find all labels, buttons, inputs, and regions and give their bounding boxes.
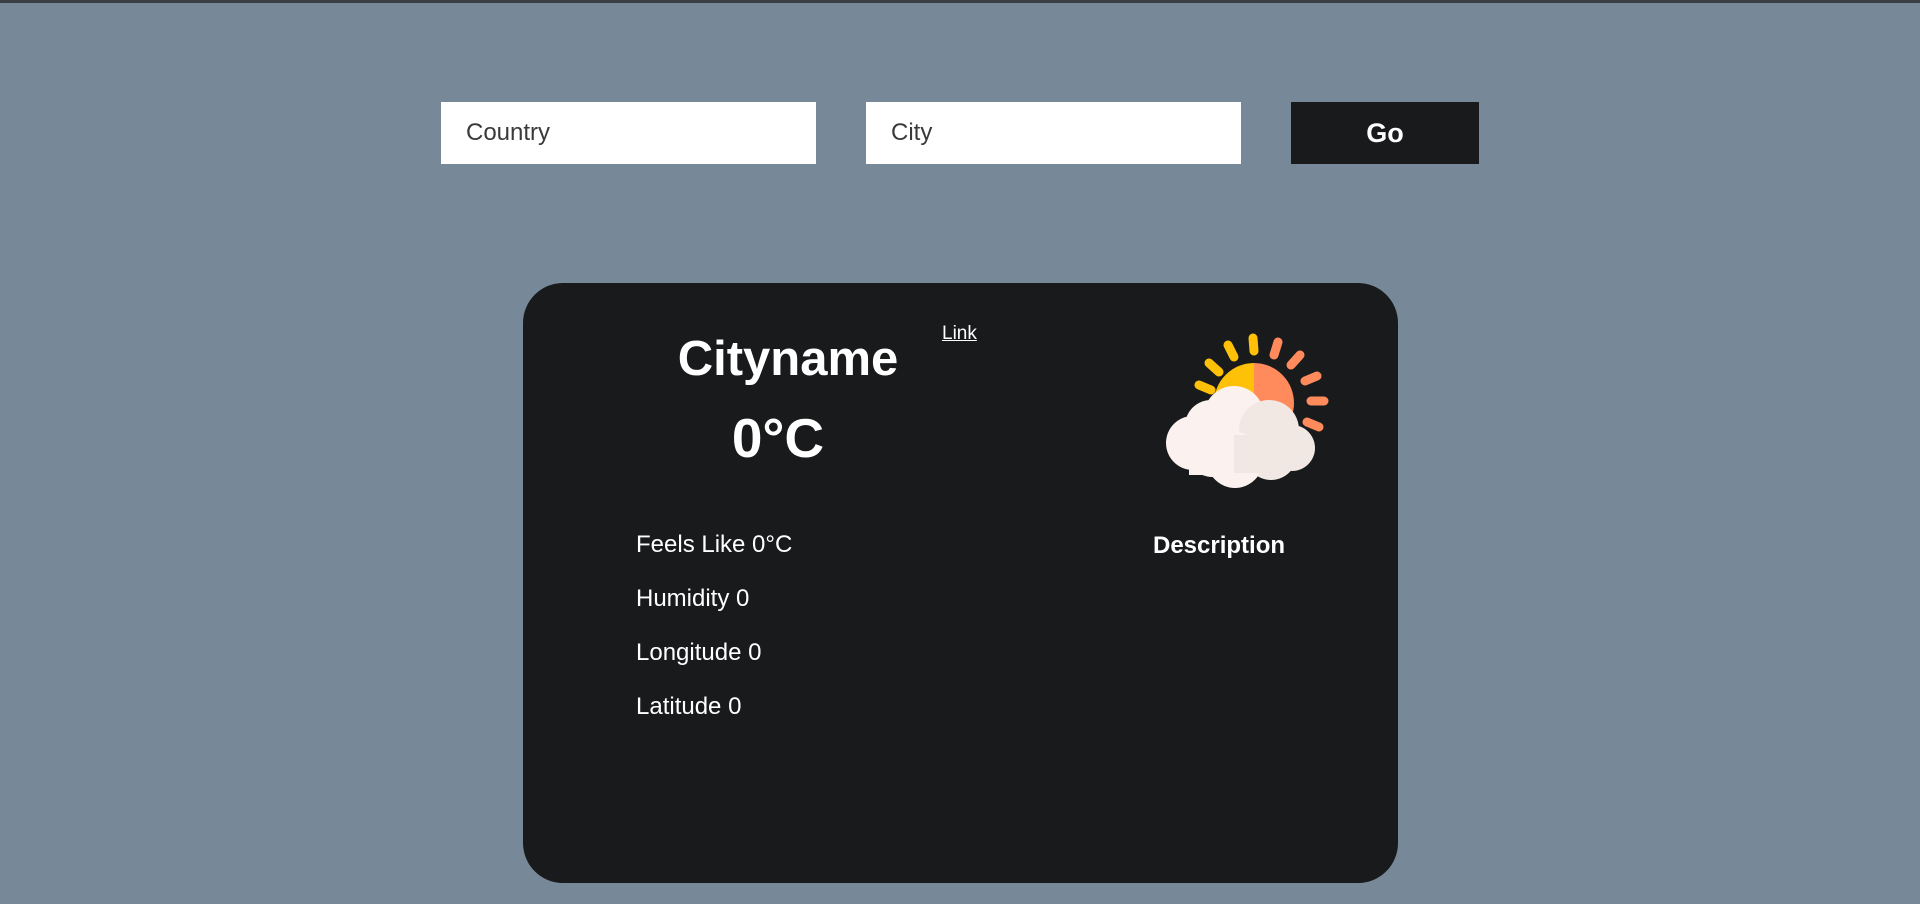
search-bar: Go (0, 0, 1920, 200)
humidity: Humidity 0 (636, 585, 750, 612)
go-button[interactable]: Go (1291, 102, 1479, 164)
weather-description: Description (1153, 532, 1286, 559)
latitude: Latitude 0 (636, 693, 742, 720)
temperature: 0°C (731, 407, 825, 469)
city-name: Cityname (677, 332, 899, 386)
city-input[interactable] (866, 102, 1241, 164)
link[interactable]: Link (942, 323, 977, 345)
country-input[interactable] (441, 102, 816, 164)
weather-card: Cityname 0°C Link Feels Like 0°C Humidit… (523, 283, 1398, 883)
feels-like: Feels Like 0°C (636, 531, 793, 558)
weather-details: Feels Like 0°C Humidity 0 Longitude 0 La… (636, 533, 792, 749)
partly-cloudy-icon (1149, 323, 1349, 503)
longitude: Longitude 0 (636, 639, 762, 666)
